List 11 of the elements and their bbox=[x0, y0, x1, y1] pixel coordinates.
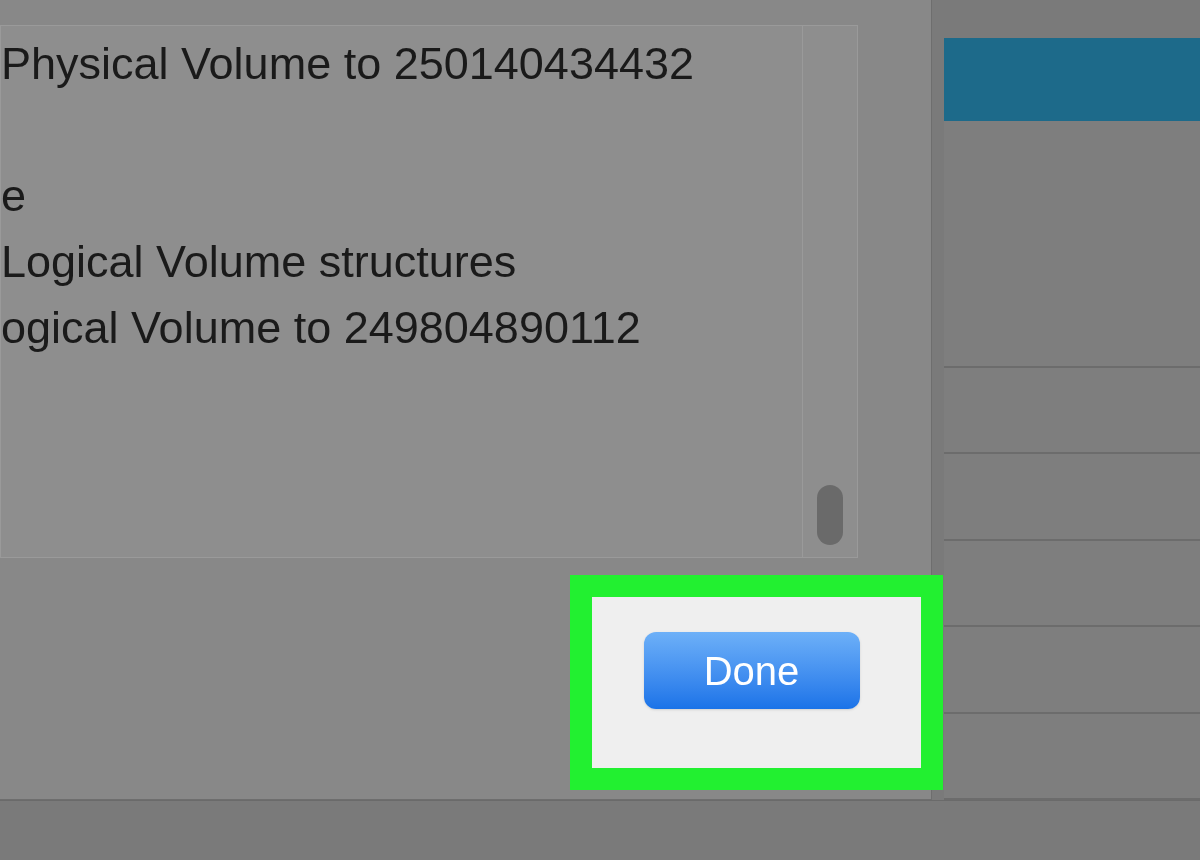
log-line: Physical Volume to 250140434432 bbox=[1, 37, 696, 91]
log-line: Logical Volume structures bbox=[1, 235, 518, 289]
log-line: ogical Volume to 249804890112 bbox=[1, 301, 642, 355]
list-row[interactable] bbox=[944, 627, 1200, 714]
log-line: e bbox=[1, 169, 28, 223]
list-row[interactable] bbox=[944, 713, 1200, 801]
list-row[interactable] bbox=[944, 540, 1200, 628]
done-button[interactable]: Done bbox=[643, 632, 860, 709]
list-row[interactable] bbox=[944, 121, 1200, 368]
list-row[interactable] bbox=[944, 37, 1200, 122]
scrollbar-thumb[interactable] bbox=[817, 485, 843, 545]
